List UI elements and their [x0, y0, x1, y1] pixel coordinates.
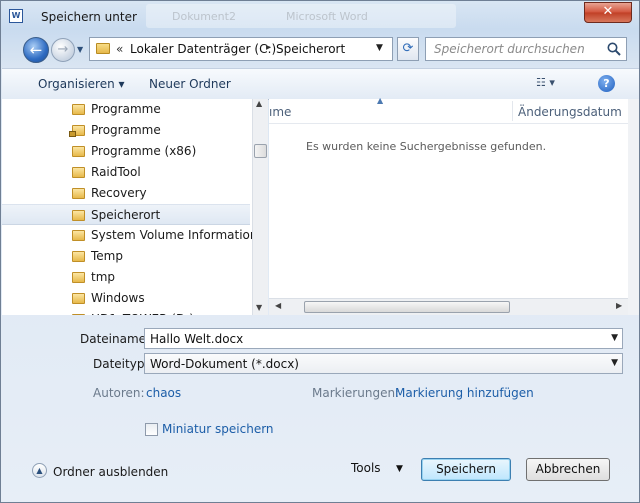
- address-overflow-chevron[interactable]: «: [116, 42, 123, 56]
- tree-item[interactable]: tmp: [2, 267, 250, 288]
- tree-item[interactable]: Windows: [2, 288, 250, 309]
- tree-item[interactable]: Speicherort: [2, 204, 250, 225]
- tools-dropdown-icon[interactable]: ▼: [396, 464, 403, 474]
- scroll-up-icon[interactable]: ▲: [256, 99, 262, 108]
- back-button[interactable]: ←: [23, 37, 49, 63]
- navigation-tree: Programme Programme Programme (x86) RaidToo…: [2, 99, 252, 315]
- scroll-down-icon[interactable]: ▼: [256, 303, 262, 312]
- file-list-vscrollbar: [628, 99, 639, 315]
- folder-icon: [72, 210, 85, 221]
- background-title-doc: Dokument2: [172, 10, 236, 23]
- address-dropdown-icon[interactable]: ▼: [376, 43, 383, 53]
- column-header-name[interactable]: ıme: [269, 105, 291, 119]
- background-window-title: Dokument2 Microsoft Word: [146, 4, 456, 28]
- tree-item-label: Programme: [91, 123, 161, 137]
- tree-item[interactable]: Programme: [2, 120, 250, 141]
- word-app-icon: W: [9, 9, 23, 23]
- folder-icon: [72, 293, 85, 304]
- background-title-app: Microsoft Word: [286, 10, 368, 23]
- filetype-value[interactable]: Word-Dokument (*.docx): [150, 357, 299, 371]
- command-toolbar: Organisieren ▾ Neuer Ordner ☷ ▾ ?: [2, 68, 639, 100]
- authors-label: Autoren:: [93, 386, 145, 400]
- cancel-button[interactable]: Abbrechen: [526, 458, 610, 481]
- tags-label: Markierungen:: [312, 386, 400, 400]
- tree-item-label: Temp: [91, 249, 123, 263]
- tree-item-label: Programme (x86): [91, 144, 197, 158]
- breadcrumb-current-folder[interactable]: Speicherort: [276, 42, 345, 56]
- search-box[interactable]: Speicherort durchsuchen: [425, 37, 627, 61]
- collapse-folders-icon[interactable]: ▲: [32, 463, 47, 478]
- tree-item-label: HD1_TOWER (D:): [91, 312, 194, 315]
- tree-scrollbar[interactable]: ▲ ▼: [252, 99, 268, 315]
- tree-item-label: RaidTool: [91, 165, 141, 179]
- search-placeholder: Speicherort durchsuchen: [434, 42, 585, 56]
- folder-icon: [96, 43, 110, 54]
- change-view-button[interactable]: ☷ ▾: [536, 76, 566, 92]
- filename-field[interactable]: Hallo Welt.docx ▼: [144, 328, 623, 349]
- column-header-date[interactable]: Änderungsdatum: [518, 105, 622, 119]
- filename-label: Dateiname:: [80, 332, 151, 346]
- tree-item[interactable]: Programme (x86): [2, 141, 250, 162]
- folder-icon: [72, 314, 85, 315]
- authors-value[interactable]: chaos: [146, 386, 181, 400]
- tree-item-label: tmp: [91, 270, 116, 284]
- scroll-left-icon[interactable]: ◀: [275, 301, 281, 310]
- close-button[interactable]: ✕: [584, 2, 632, 23]
- tree-item[interactable]: HD1_TOWER (D:): [2, 309, 250, 315]
- forward-button[interactable]: →: [51, 38, 75, 62]
- tree-item-label: Recovery: [91, 186, 147, 200]
- save-as-dialog: W Speichern unter Dokument2 Microsoft Wo…: [0, 0, 640, 503]
- filetype-dropdown-icon[interactable]: ▼: [611, 358, 618, 368]
- hide-folders-button[interactable]: Ordner ausblenden: [53, 465, 168, 479]
- tree-item-label: Programme: [91, 102, 161, 116]
- filename-dropdown-icon[interactable]: ▼: [611, 333, 618, 343]
- empty-results-message: Es wurden keine Suchergebnisse gefunden.: [306, 140, 547, 153]
- search-icon[interactable]: [606, 41, 622, 57]
- column-divider[interactable]: [512, 101, 513, 121]
- tree-item-label: System Volume Information: [91, 228, 252, 242]
- tree-item[interactable]: Temp: [2, 246, 250, 267]
- tree-scroll-thumb[interactable]: [254, 144, 267, 158]
- file-list: ıme ▲ Änderungsdatum Es wurden keine Suc…: [269, 96, 628, 298]
- folder-icon: [72, 251, 85, 262]
- lock-icon: [69, 131, 76, 137]
- add-tag-link[interactable]: Markierung hinzufügen: [395, 386, 534, 400]
- dialog-title: Speichern unter: [41, 10, 137, 24]
- address-bar[interactable]: « Lokaler Datenträger (C:) ▸ Speicherort…: [89, 37, 393, 61]
- folder-icon: [72, 188, 85, 199]
- folder-icon: [72, 230, 85, 241]
- save-button[interactable]: Speichern: [421, 458, 511, 481]
- hscroll-thumb[interactable]: [304, 301, 510, 313]
- recent-locations-dropdown-icon[interactable]: ▼: [77, 45, 83, 54]
- folder-icon: [72, 167, 85, 178]
- filename-value[interactable]: Hallo Welt.docx: [150, 332, 243, 346]
- save-thumbnail-label[interactable]: Miniatur speichern: [162, 422, 274, 436]
- folder-icon: [72, 146, 85, 157]
- tree-item[interactable]: Programme: [2, 99, 250, 120]
- help-icon[interactable]: ?: [598, 75, 615, 92]
- tools-menu[interactable]: Tools: [351, 461, 381, 475]
- refresh-button[interactable]: ⟳: [397, 37, 419, 61]
- title-bar: W Speichern unter Dokument2 Microsoft Wo…: [1, 1, 639, 31]
- filetype-label: Dateityp:: [93, 357, 149, 371]
- filetype-select[interactable]: Word-Dokument (*.docx) ▼: [144, 353, 623, 374]
- folder-icon: [72, 104, 85, 115]
- tree-item[interactable]: Recovery: [2, 183, 250, 204]
- tree-item-label: Speicherort: [91, 208, 161, 222]
- folder-icon: [72, 272, 85, 283]
- tree-item-label: Windows: [91, 291, 145, 305]
- file-list-hscrollbar[interactable]: ◀ ▶: [269, 298, 628, 315]
- tree-item[interactable]: RaidTool: [2, 162, 250, 183]
- organize-menu[interactable]: Organisieren ▾: [38, 77, 125, 91]
- scroll-right-icon[interactable]: ▶: [616, 301, 622, 310]
- breadcrumb-drive[interactable]: Lokaler Datenträger (C:): [130, 42, 276, 56]
- new-folder-button[interactable]: Neuer Ordner: [149, 77, 231, 91]
- breadcrumb-separator-icon[interactable]: ▸: [266, 42, 271, 53]
- tree-item[interactable]: System Volume Information: [2, 225, 252, 246]
- save-thumbnail-checkbox[interactable]: [145, 423, 158, 436]
- column-header-row: ıme ▲ Änderungsdatum: [269, 96, 628, 124]
- sort-ascending-icon: ▲: [377, 96, 384, 105]
